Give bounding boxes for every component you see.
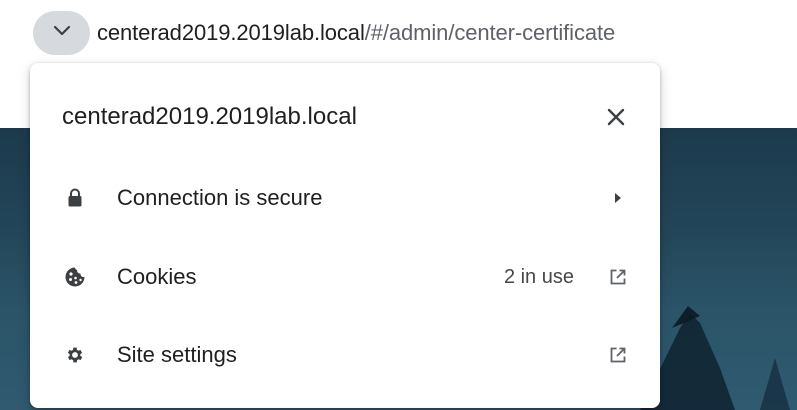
connection-security-row[interactable]: Connection is secure xyxy=(30,162,660,234)
cookie-icon xyxy=(64,266,86,288)
gear-icon xyxy=(64,344,86,366)
chevron-right-icon xyxy=(606,186,630,210)
url-text[interactable]: centerad2019.2019lab.local/#/admin/cente… xyxy=(97,17,615,49)
site-settings-row[interactable]: Site settings xyxy=(30,319,660,391)
url-path: /#/admin/center-certificate xyxy=(364,20,616,45)
site-settings-label: Site settings xyxy=(117,342,237,367)
chevron-down-icon xyxy=(53,24,71,42)
popup-title: centerad2019.2019lab.local xyxy=(62,103,357,130)
lock-icon xyxy=(64,187,86,209)
cookies-count-badge: 2 in use xyxy=(503,265,574,288)
external-link-icon xyxy=(606,265,630,289)
cookies-row[interactable]: Cookies 2 in use xyxy=(30,241,660,313)
connection-security-label: Connection is secure xyxy=(117,185,323,210)
address-bar: centerad2019.2019lab.local/#/admin/cente… xyxy=(0,0,797,66)
close-icon xyxy=(607,108,625,131)
external-link-icon xyxy=(606,343,630,367)
site-info-popup: centerad2019.2019lab.local Connection is… xyxy=(30,63,660,408)
cookies-label: Cookies xyxy=(117,264,197,289)
url-host: centerad2019.2019lab.local xyxy=(97,20,365,45)
close-button[interactable] xyxy=(598,101,634,137)
site-info-chip[interactable] xyxy=(33,11,90,55)
